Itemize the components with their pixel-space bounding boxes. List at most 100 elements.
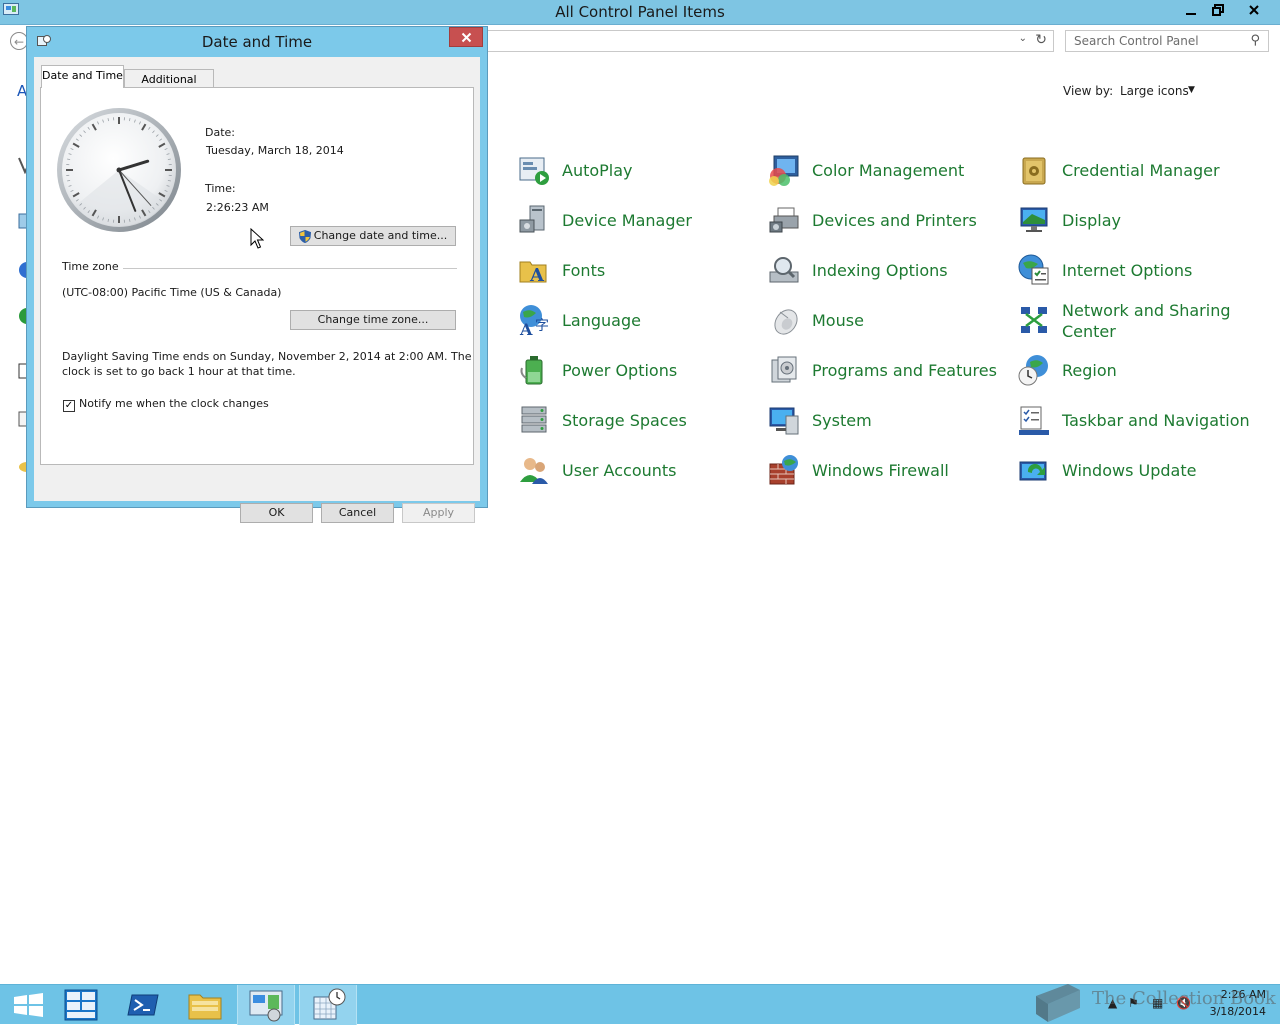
devices-printers-icon [768,204,800,236]
cp-item-label: Programs and Features [812,360,997,381]
chevron-down-icon[interactable]: ⌄ [1019,33,1027,44]
cp-item-label: Display [1062,210,1121,231]
tab-date-and-time[interactable]: Date and Time [41,65,124,88]
cp-item-programs-features[interactable]: Programs and Features [768,350,1008,390]
cp-item-windows-update[interactable]: Windows Update [1018,450,1258,490]
svg-text:A: A [529,265,545,286]
mouse-pointer-icon [250,228,264,250]
search-input[interactable] [1066,31,1252,51]
cancel-button[interactable]: Cancel [321,503,394,523]
dropdown-arrow-icon[interactable]: ▼ [1188,85,1195,95]
notify-checkbox[interactable]: ✓ [63,400,75,412]
device-manager-icon [518,204,550,236]
tab-additional-clocks[interactable]: Additional Clocks [124,69,214,88]
date-time-dialog: Date and Time Date and Time Additional C… [26,26,488,508]
cp-item-label: System [812,410,872,431]
dst-info-line-2: clock is set to go back 1 hour at that t… [62,365,296,378]
network-sharing-icon [1018,304,1050,336]
cp-item-taskbar-navigation[interactable]: Taskbar and Navigation [1018,400,1258,440]
user-accounts-icon [518,454,550,486]
taskbar-date-time[interactable] [299,985,357,1025]
cp-item-color-management[interactable]: Color Management [768,150,1008,190]
restore-icon [1212,4,1224,16]
cp-item-autoplay[interactable]: AutoPlay [518,150,758,190]
windows-update-icon [1018,454,1050,486]
cp-item-indexing-options[interactable]: Indexing Options [768,250,1008,290]
cp-item-network-sharing[interactable]: Network and Sharing Center [1018,300,1258,340]
cp-item-label: Language [562,310,641,331]
analog-clock [55,106,183,234]
language-icon: A字 [518,304,550,336]
checkmark-icon: ✓ [65,400,73,411]
tab-panel-date-and-time: Date: Tuesday, March 18, 2014 Time: 2:26… [40,87,474,465]
change-time-zone-button[interactable]: Change time zone... [290,310,456,330]
cp-item-power-options[interactable]: Power Options [518,350,758,390]
taskbar-control-panel[interactable] [237,985,295,1025]
cp-item-device-manager[interactable]: Device Manager [518,200,758,240]
control-panel-icon [238,985,296,1025]
change-date-time-button[interactable]: Change date and time... [290,226,456,246]
close-button[interactable] [1234,0,1274,20]
cp-item-windows-firewall[interactable]: Windows Firewall [768,450,1008,490]
time-value: 2:26:23 AM [206,201,269,214]
cp-item-display[interactable]: Display [1018,200,1258,240]
taskbar-file-explorer[interactable] [176,985,234,1025]
svg-text:A: A [519,320,533,336]
cp-item-label: Color Management [812,160,964,181]
refresh-icon[interactable]: ↻ [1035,32,1047,48]
credential-manager-icon [1018,154,1050,186]
minimize-icon [1185,5,1197,17]
view-by-dropdown[interactable]: Large icons [1120,84,1189,98]
cp-item-user-accounts[interactable]: User Accounts [518,450,758,490]
taskbar-powershell[interactable] [114,985,172,1025]
cp-item-devices-printers[interactable]: Devices and Printers [768,200,1008,240]
timezone-divider [123,268,457,269]
taskbar: 2:26 AM 3/18/2014 [0,984,1280,1024]
storage-spaces-icon [518,404,550,436]
cp-item-label: Devices and Printers [812,210,977,231]
calendar-clock-icon [300,985,358,1025]
dialog-close-button[interactable] [449,27,483,47]
start-button[interactable] [0,985,58,1025]
cp-item-label: Taskbar and Navigation [1062,410,1250,431]
color-management-icon [768,154,800,186]
cp-item-mouse[interactable]: Mouse [768,300,1008,340]
restore-button[interactable] [1206,0,1230,20]
search-icon[interactable]: ⚲ [1250,33,1260,48]
power-options-icon [518,354,550,386]
close-icon [461,32,472,43]
programs-features-icon [768,354,800,386]
cp-item-language[interactable]: A字 Language [518,300,758,340]
cp-item-storage-spaces[interactable]: Storage Spaces [518,400,758,440]
change-date-time-label: Change date and time... [314,229,447,242]
control-panel-titlebar[interactable]: All Control Panel Items [0,0,1280,25]
region-icon [1018,354,1050,386]
indexing-options-icon [768,254,800,286]
cp-item-label: Storage Spaces [562,410,687,431]
dst-info-line-1: Daylight Saving Time ends on Sunday, Nov… [62,350,471,363]
notify-label[interactable]: Notify me when the clock changes [79,397,269,410]
timezone-heading: Time zone [62,260,119,273]
server-manager-icon [52,985,110,1025]
cp-item-label: Internet Options [1062,260,1192,281]
search-box[interactable]: ⚲ [1065,30,1269,52]
powershell-icon [114,985,172,1025]
system-icon [768,404,800,436]
arrow-left-icon: ← [14,35,24,49]
cp-item-system[interactable]: System [768,400,1008,440]
dialog-body: Date and Time Additional Clocks [34,57,480,501]
cp-item-internet-options[interactable]: Internet Options [1018,250,1258,290]
internet-options-icon [1018,254,1050,286]
taskbar-server-manager[interactable] [52,985,110,1025]
cp-item-region[interactable]: Region [1018,350,1258,390]
apply-button[interactable]: Apply [402,503,475,523]
ok-button[interactable]: OK [240,503,313,523]
cp-item-fonts[interactable]: A Fonts [518,250,758,290]
minimize-button[interactable] [1180,0,1202,20]
cp-item-label: Device Manager [562,210,692,231]
cp-item-credential-manager[interactable]: Credential Manager [1018,150,1258,190]
windows-logo-icon [0,985,58,1025]
uac-shield-icon [299,230,311,243]
cp-item-label: Mouse [812,310,864,331]
address-bar[interactable]: ⌄ ↻ [470,30,1054,52]
